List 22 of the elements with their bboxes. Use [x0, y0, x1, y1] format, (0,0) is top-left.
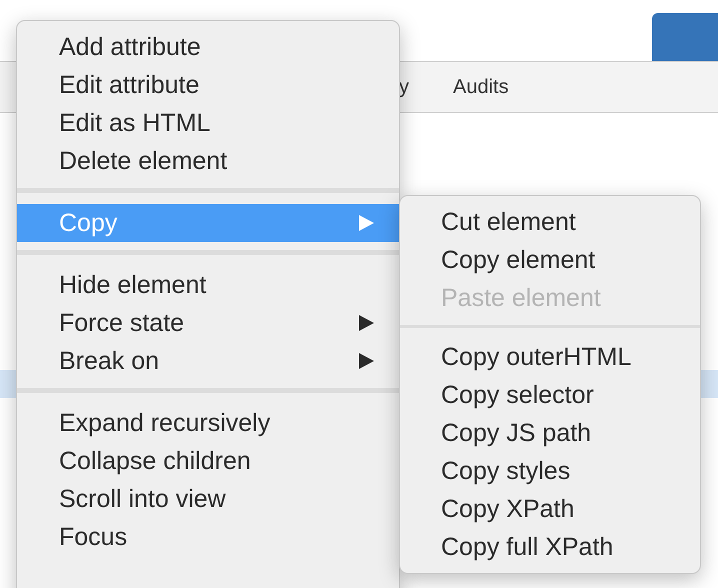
menu-item[interactable]: Cut element [400, 203, 700, 241]
menu-item[interactable]: Copy full XPath [400, 528, 700, 566]
tab[interactable]: Audits [453, 76, 509, 98]
menu-item[interactable]: Copy XPath [400, 490, 700, 528]
menu-item[interactable]: Copy element [400, 241, 700, 279]
menu-item[interactable]: Copy styles [400, 452, 700, 490]
menu-item[interactable]: Expand recursively [17, 404, 399, 442]
menu-item[interactable]: Copy JS path [400, 414, 700, 452]
menu-item[interactable]: Focus [17, 518, 399, 556]
menu-item[interactable]: Scroll into view [17, 480, 399, 518]
menu-item[interactable]: Collapse children [17, 442, 399, 480]
menu-item[interactable]: Copy outerHTML [400, 338, 700, 376]
menu-item[interactable]: Edit as HTML [17, 104, 399, 142]
menu-item[interactable]: Hide element [17, 266, 399, 304]
menu-item[interactable]: Delete element [17, 142, 399, 180]
menu-item[interactable]: Copy selector [400, 376, 700, 414]
menu-item[interactable]: Break on [17, 342, 399, 380]
menu-item[interactable]: Force state [17, 304, 399, 342]
header-button[interactable] [652, 13, 718, 61]
tab[interactable]: y [399, 76, 409, 98]
menu-item[interactable]: Add attribute [17, 28, 399, 66]
menu-item[interactable]: Edit attribute [17, 66, 399, 104]
